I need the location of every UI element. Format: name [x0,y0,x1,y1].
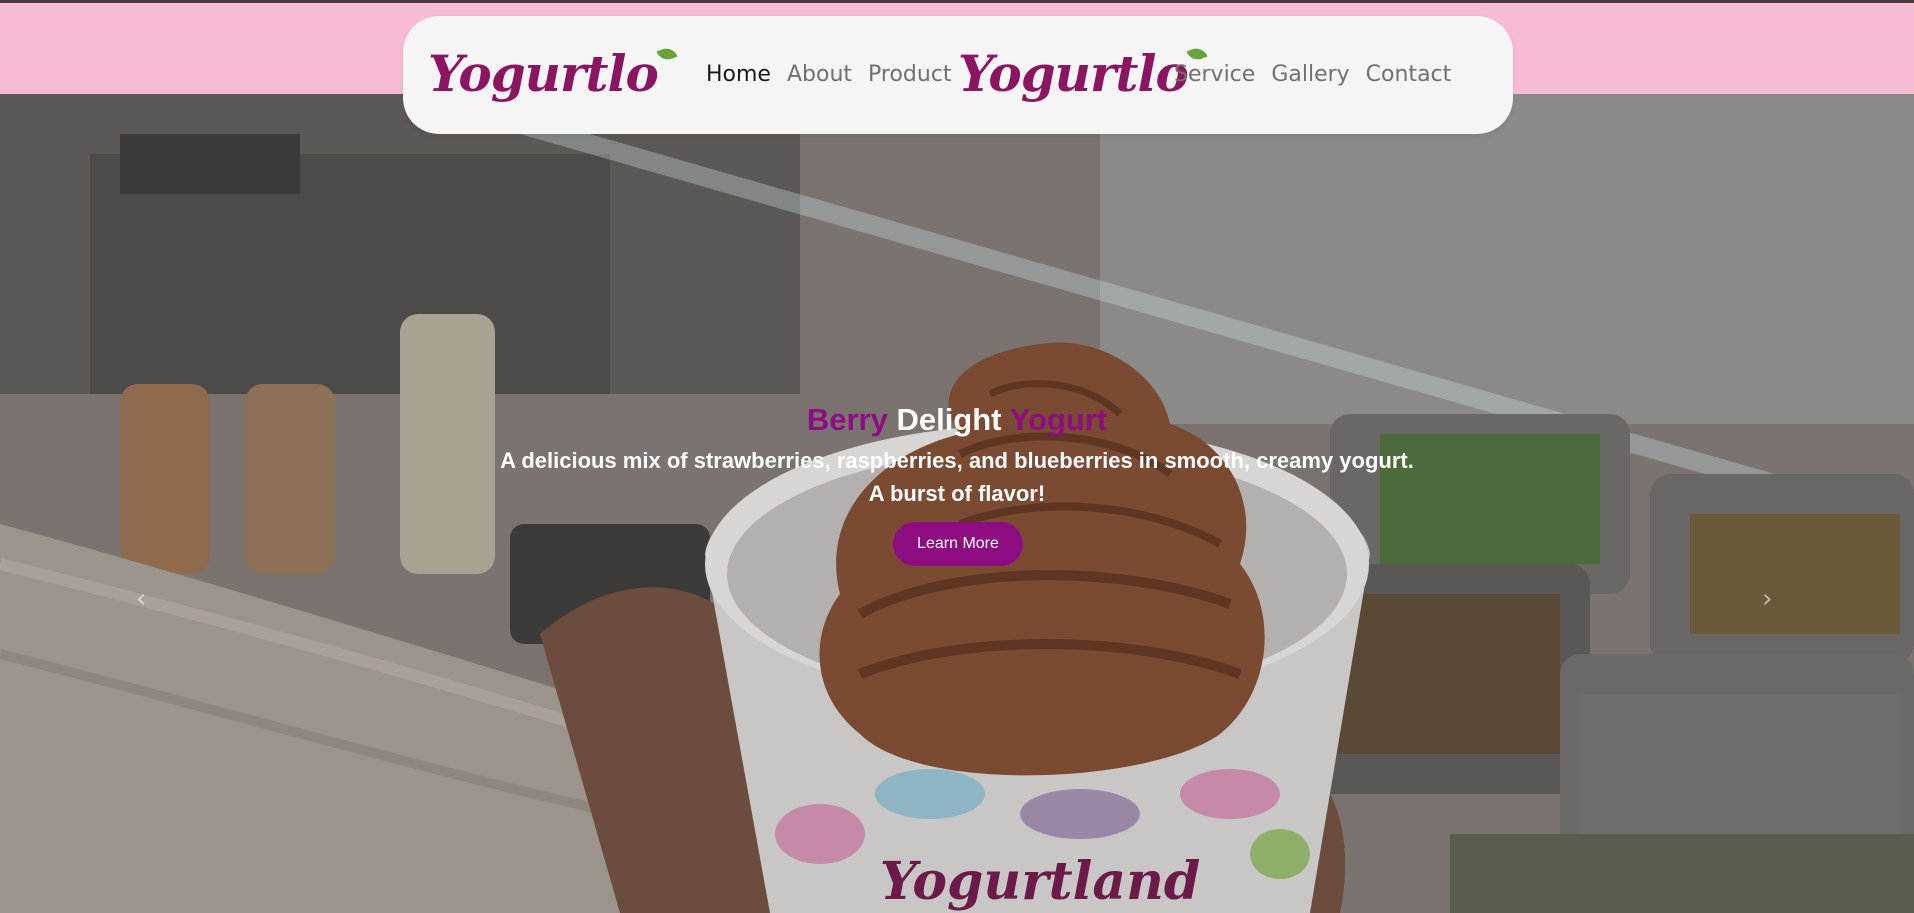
nav-link-product[interactable]: Product [868,62,952,87]
logo-left-text: Yogurtlo [428,44,659,103]
learn-more-button[interactable]: Learn More [893,522,1023,566]
hero-title: Berry Delight Yogurt [0,398,1914,442]
leaf-icon [1186,45,1208,63]
hero-description-line-2: A burst of flavor! [868,481,1046,506]
leaf-icon [656,45,678,63]
hero-caption: Berry Delight Yogurt A delicious mix of … [0,398,1914,508]
nav-link-gallery[interactable]: Gallery [1271,62,1349,87]
carousel-prev-icon[interactable]: ‹ [136,584,146,614]
hero-description-line-1: A delicious mix of strawberries, raspber… [500,448,1414,473]
hero-title-word-3: Yogurt [1009,402,1108,437]
nav-link-about[interactable]: About [787,62,852,87]
nav-link-service[interactable]: Service [1174,62,1255,87]
nav-links-left: Home About Product [706,62,952,87]
logo-center[interactable]: Yogurtlo [958,44,1208,114]
hero-title-word-2: Delight [896,402,1002,437]
carousel-next-icon[interactable]: › [1762,584,1772,614]
nav-links-right: Service Gallery Contact [1174,62,1451,87]
hero-title-word-1: Berry [806,402,888,437]
nav-link-contact[interactable]: Contact [1366,62,1452,87]
nav-link-home[interactable]: Home [706,62,771,87]
navbar: Yogurtlo Home About Product Yogurtlo Ser… [403,16,1513,134]
logo-center-text: Yogurtlo [958,44,1189,103]
logo-left[interactable]: Yogurtlo [428,44,678,114]
cup-brand-text: Yogurtland [880,851,1200,912]
